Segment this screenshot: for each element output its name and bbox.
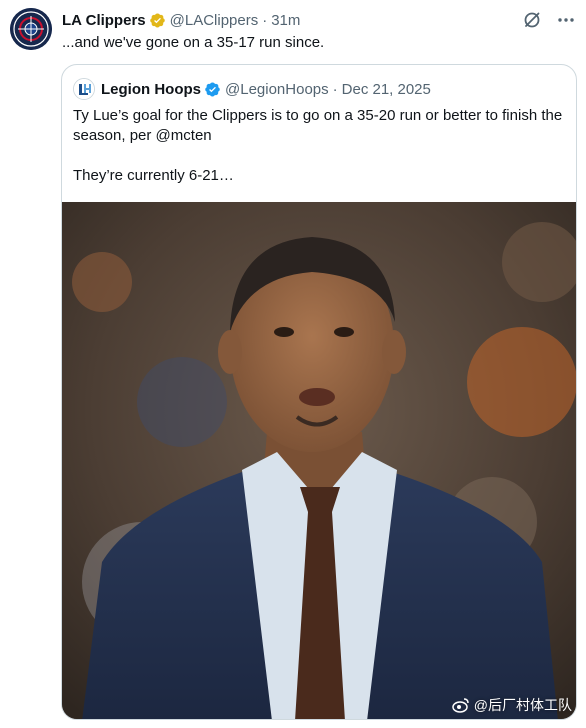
quote-handle[interactable]: @LegionHoops <box>225 81 329 98</box>
clippers-avatar[interactable] <box>10 8 52 50</box>
quote-date[interactable]: Dec 21, 2025 <box>342 81 431 98</box>
quote-text: Ty Lue’s goal for the Clippers is to go … <box>73 106 567 186</box>
timestamp[interactable]: 31m <box>271 12 300 29</box>
watermark-text: @后厂村体工队 <box>473 697 572 713</box>
quote-paragraph: They’re currently 6-21… <box>73 167 234 184</box>
quote-paragraph: Ty Lue’s goal for the Clippers is to go … <box>73 107 563 144</box>
watermark: @后厂村体工队 <box>452 695 572 715</box>
tweet: LA Clippers @LAClippers · 31m ...and we' <box>0 0 586 728</box>
tweet-header: LA Clippers @LAClippers · 31m <box>62 10 576 30</box>
quote-header: Legion Hoops @LegionHoops · Dec 21, 2025 <box>73 78 431 100</box>
quote-tweet[interactable]: Legion Hoops @LegionHoops · Dec 21, 2025… <box>61 64 577 720</box>
display-name[interactable]: LA Clippers <box>62 12 146 29</box>
header-actions <box>522 10 576 30</box>
grok-icon[interactable] <box>522 10 542 30</box>
verified-blue-icon <box>204 81 221 98</box>
verified-gold-icon <box>149 12 166 29</box>
tweet-text: ...and we've gone on a 35-17 run since. <box>62 34 325 51</box>
clippers-logo-icon <box>10 8 52 50</box>
quote-media[interactable]: @后厂村体工队 <box>62 202 576 719</box>
legion-hoops-logo-icon <box>74 79 94 99</box>
weibo-icon <box>452 697 470 713</box>
legion-hoops-avatar[interactable] <box>73 78 95 100</box>
more-icon[interactable] <box>556 10 576 30</box>
separator: · <box>262 11 268 29</box>
quote-display-name[interactable]: Legion Hoops <box>101 81 201 98</box>
quote-separator: · <box>332 80 338 98</box>
coach-photo <box>62 202 576 719</box>
handle[interactable]: @LAClippers <box>170 12 259 29</box>
